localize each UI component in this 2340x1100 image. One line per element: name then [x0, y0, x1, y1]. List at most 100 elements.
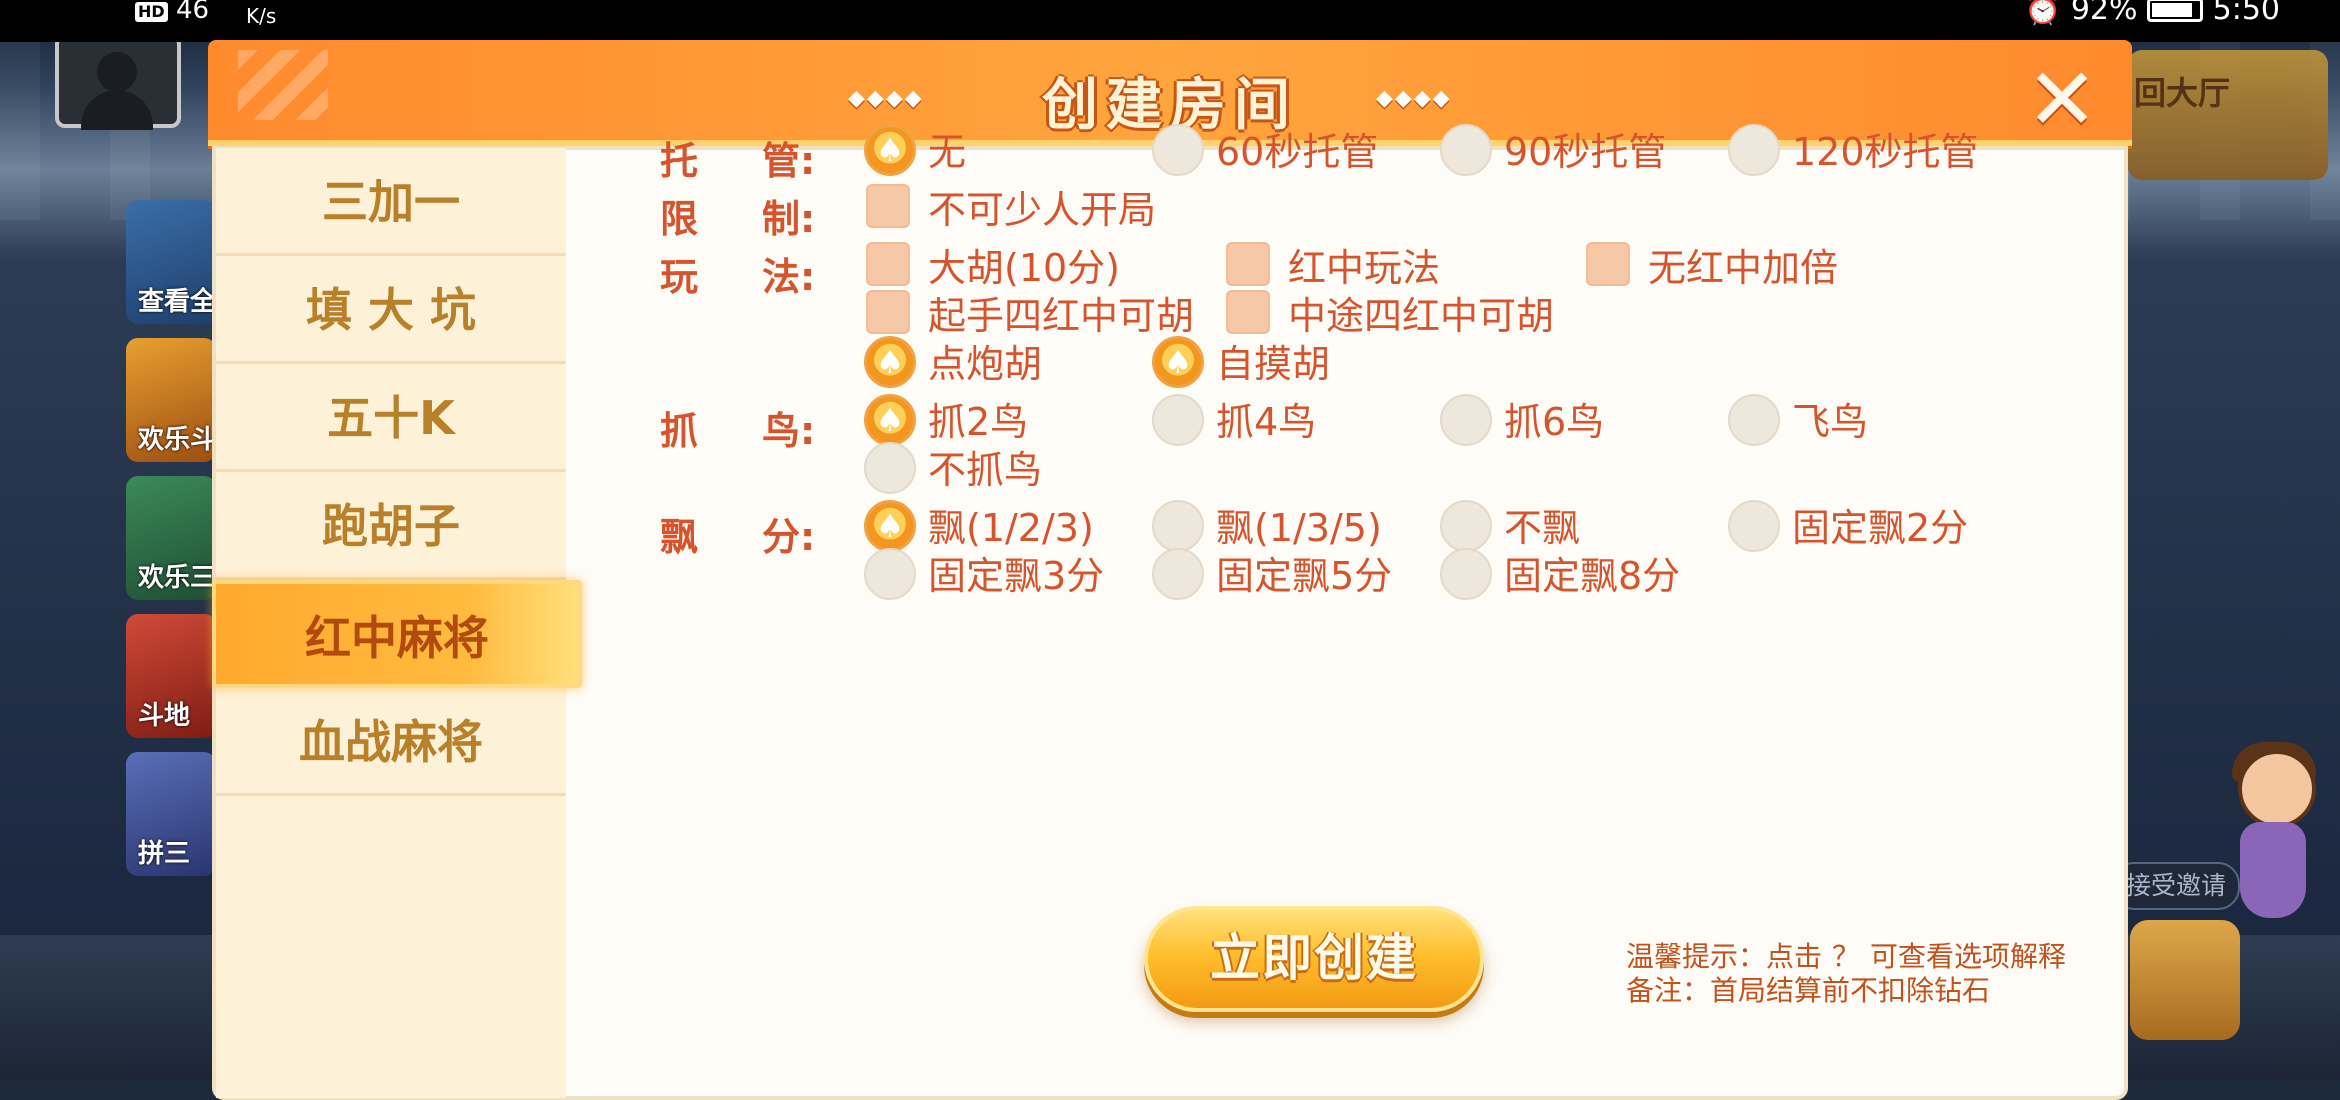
network-speed: K/s: [246, 4, 277, 28]
radio-selected-icon: ♠: [1152, 336, 1204, 388]
checkbox-icon: [866, 242, 910, 286]
option-label: 飞鸟: [1792, 400, 1869, 444]
sidebar-item-label: 三加一: [322, 175, 460, 229]
create-now-button[interactable]: 立即创建: [1144, 906, 1484, 1012]
option-label: 红中玩法: [1288, 246, 1441, 290]
sidebar-item-label: 五十K: [327, 391, 455, 445]
label-char: 托: [660, 139, 699, 183]
label-char: 法:: [762, 255, 816, 299]
alarm-icon: ⏰: [2023, 0, 2062, 27]
create-now-label: 立即创建: [1210, 929, 1418, 987]
sidebar-item-tiandakeng[interactable]: 填 大 坑: [216, 256, 566, 364]
radio-unselected-icon: [864, 548, 916, 600]
help-question-icon[interactable]: ？: [1822, 940, 1870, 974]
sidebar-item-hongzhong-majiang[interactable]: 红中麻将: [212, 580, 582, 688]
radio-unselected-icon: [1440, 548, 1492, 600]
option-label: 60秒托管: [1216, 130, 1379, 174]
label-char: 飘: [660, 515, 699, 559]
sidebar-item-label: 跑胡子: [322, 499, 460, 553]
sidebar-item-label: 填 大 坑: [305, 283, 477, 337]
radio-unselected-icon: [1152, 548, 1204, 600]
option-label: 90秒托管: [1504, 130, 1667, 174]
radio-selected-icon: ♠: [864, 394, 916, 446]
radio-unselected-icon: [1440, 124, 1492, 176]
radio-unselected-icon: [1728, 124, 1780, 176]
clock: 5:50: [2212, 0, 2280, 27]
spade-icon: ♠: [875, 401, 905, 439]
spade-icon: ♠: [875, 507, 905, 545]
lobby-game-tile[interactable]: 欢乐斗: [126, 338, 216, 462]
lobby-game-tile[interactable]: 斗地: [126, 614, 216, 738]
avatar[interactable]: [55, 34, 181, 130]
title-decoration-right: ◆◆◆◆: [1376, 86, 1452, 111]
battery-percent: 92%: [2070, 0, 2138, 27]
radio-unselected-icon: [1440, 500, 1492, 552]
tip-line: 温馨提示：点击？可查看选项解释: [1626, 940, 2066, 974]
sidebar-item-wushik[interactable]: 五十K: [216, 364, 566, 472]
option-label: 不可少人开局: [928, 188, 1157, 232]
sidebar-item-paohuzi[interactable]: 跑胡子: [216, 472, 566, 580]
tips-block: 温馨提示：点击？可查看选项解释 备注：首局结算前不扣除钻石: [1626, 940, 2066, 1008]
lobby-game-tile[interactable]: 拼三: [126, 752, 216, 876]
lobby-game-tile[interactable]: 查看全: [126, 200, 216, 324]
close-button[interactable]: ✕: [2020, 50, 2104, 150]
tip-suffix: 可查看选项解释: [1870, 940, 2067, 973]
sidebar-item-sanjiayi[interactable]: 三加一: [216, 148, 566, 256]
option-label: 120秒托管: [1792, 130, 1979, 174]
checkbox-icon: [1586, 242, 1630, 286]
avatar-body-icon: [81, 90, 153, 130]
label-char: 玩: [660, 255, 699, 299]
sidebar-item-label: 血战麻将: [299, 715, 483, 769]
spade-icon: ♠: [1163, 343, 1193, 381]
battery-icon: [2147, 0, 2204, 22]
option-label: 固定飘5分: [1216, 554, 1393, 598]
game-type-sidebar: 三加一 填 大 坑 五十K 跑胡子 红中麻将 血战麻将: [212, 148, 582, 1098]
label-char: 限: [660, 197, 699, 241]
option-label: 自摸胡: [1216, 342, 1331, 386]
hd-icon: HD: [135, 2, 168, 22]
option-label: 不飘: [1504, 506, 1581, 550]
checkbox-icon: [1226, 242, 1270, 286]
avatar-head-icon: [97, 52, 137, 92]
spade-icon: ♠: [875, 131, 905, 169]
option-label: 飘(1/2/3): [928, 506, 1094, 550]
radio-unselected-icon: [1440, 394, 1492, 446]
status-right: ⏰ 92% 5:50: [2024, 0, 2280, 25]
mascot-girl-icon[interactable]: [2218, 740, 2328, 930]
sidebar-item-label: 红中麻将: [305, 611, 489, 665]
option-label: 飘(1/3/5): [1216, 506, 1382, 550]
label-char: 制:: [762, 197, 816, 241]
radio-unselected-icon: [1728, 500, 1780, 552]
lobby-game-tile[interactable]: 欢乐三: [126, 476, 216, 600]
checkbox-icon: [866, 290, 910, 334]
return-hall-button[interactable]: 回大厅: [2128, 50, 2328, 180]
option-label: 无: [928, 130, 967, 174]
radio-selected-icon: ♠: [864, 500, 916, 552]
option-label: 固定飘2分: [1792, 506, 1969, 550]
option-label: 起手四红中可胡: [928, 294, 1195, 338]
radio-unselected-icon: [1152, 394, 1204, 446]
radio-unselected-icon: [864, 442, 916, 494]
mascot-face: [2238, 750, 2316, 828]
option-label: 无红中加倍: [1648, 246, 1839, 290]
lobby-game-label: 斗地: [138, 701, 191, 731]
option-label: 固定飘3分: [928, 554, 1105, 598]
close-icon: ✕: [2025, 50, 2099, 150]
rocket-icon[interactable]: [2130, 920, 2240, 1040]
radio-selected-icon: ♠: [864, 124, 916, 176]
label-char: 管:: [762, 139, 816, 183]
tip-prefix: 温馨提示：点击: [1626, 940, 1823, 973]
label-char: 鸟:: [762, 409, 816, 453]
option-label: 抓4鸟: [1216, 400, 1317, 444]
option-label: 固定飘8分: [1504, 554, 1681, 598]
option-label: 中途四红中可胡: [1288, 294, 1555, 338]
signal-icon: 46: [175, 0, 210, 25]
lobby-game-label: 欢乐三: [138, 563, 216, 593]
option-label: 大胡(10分): [928, 246, 1121, 290]
sidebar-item-xuezhan-majiang[interactable]: 血战麻将: [216, 688, 566, 796]
radio-unselected-icon: [1152, 500, 1204, 552]
checkbox-icon: [866, 184, 910, 228]
status-left: HD 46: [135, 0, 210, 25]
label-char: 分:: [762, 515, 816, 559]
checkbox-icon: [1226, 290, 1270, 334]
